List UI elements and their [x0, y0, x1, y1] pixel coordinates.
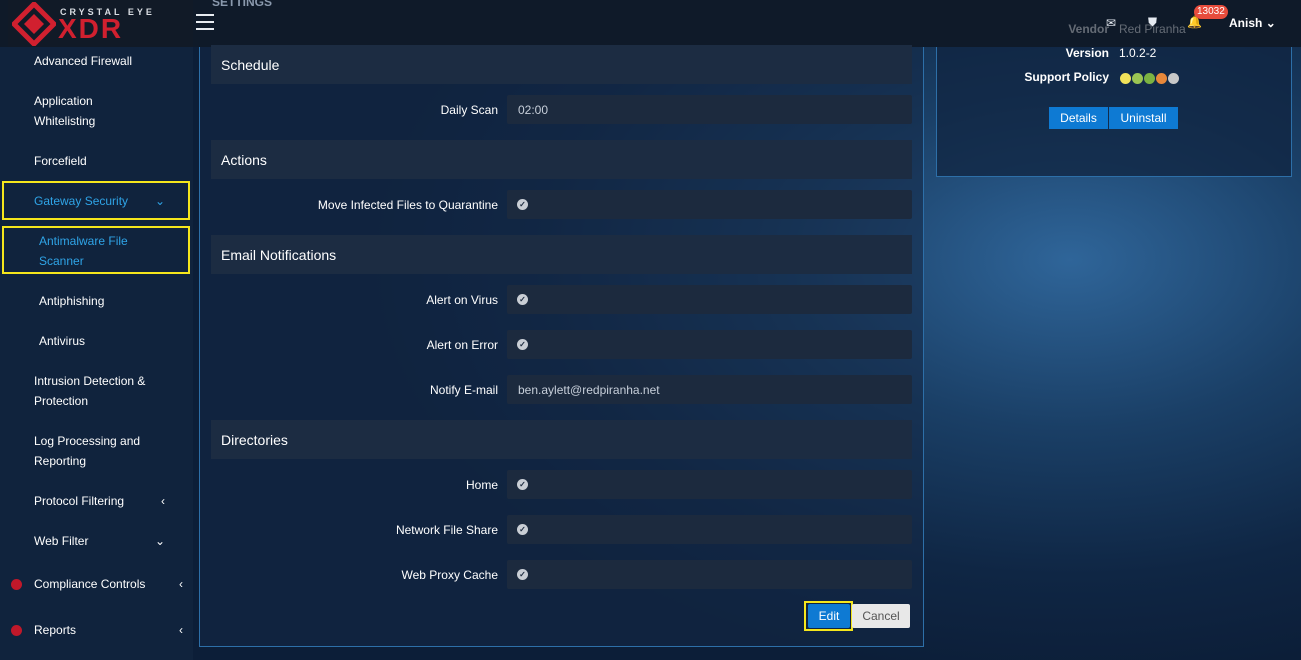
uninstall-button[interactable]: Uninstall	[1109, 107, 1178, 129]
daily-scan-value: 02:00	[507, 95, 912, 124]
sidebar-item-label: Compliance Controls	[34, 577, 146, 591]
support-policy-label: Support Policy	[1024, 70, 1109, 84]
alert-error-label: Alert on Error	[426, 338, 498, 352]
sidebar-item-label: Application Whitelisting	[34, 94, 96, 128]
alert-virus-label: Alert on Virus	[426, 293, 498, 307]
logo-mark-icon	[12, 2, 56, 46]
brand-logo[interactable]: CRYSTAL EYE XDR	[8, 0, 193, 47]
support-dot	[1168, 73, 1179, 84]
sidebar-item-label: Antivirus	[39, 334, 86, 348]
sidebar-item-label: Web Filter	[34, 534, 89, 548]
alert-virus-field: ✓	[507, 285, 912, 314]
reports-icon	[11, 625, 22, 636]
move-infected-label: Move Infected Files to Quarantine	[317, 198, 498, 212]
move-infected-field: ✓	[507, 190, 912, 219]
details-button[interactable]: Details	[1049, 107, 1108, 129]
vendor-value: Red Piranha	[1119, 22, 1186, 36]
alert-error-field: ✓	[507, 330, 912, 359]
daily-scan-label: Daily Scan	[440, 103, 498, 117]
sidebar-item-label: Log Processing and Reporting	[34, 434, 141, 468]
sidebar-item-label: Protocol Filtering	[34, 494, 125, 508]
edit-button[interactable]: Edit	[808, 604, 850, 628]
check-circle-icon: ✓	[517, 569, 528, 580]
notification-badge: 13032	[1194, 5, 1228, 19]
sidebar-item-label: Forcefield	[34, 154, 87, 168]
sidebar-item-label: Reports	[34, 623, 77, 637]
chevron-left-icon: ‹	[161, 494, 165, 508]
user-menu[interactable]: Anish ⌄	[1229, 16, 1276, 30]
nfs-label: Network File Share	[395, 523, 498, 537]
logo-main-text: XDR	[58, 13, 124, 44]
check-circle-icon: ✓	[517, 199, 528, 210]
home-field: ✓	[507, 470, 912, 499]
page-title: SETTINGS	[212, 0, 273, 9]
check-circle-icon: ✓	[517, 524, 528, 535]
support-policy-dots	[1120, 71, 1180, 89]
version-value: 1.0.2-2	[1119, 46, 1157, 60]
sidebar-item-label: Antiphishing	[39, 294, 105, 308]
support-dot	[1132, 73, 1143, 84]
section-email-notifications: Email Notifications	[211, 235, 912, 274]
home-label: Home	[465, 478, 498, 492]
chevron-left-icon: ‹	[179, 623, 183, 637]
user-name: Anish	[1229, 16, 1263, 30]
section-actions: Actions	[211, 140, 912, 179]
notify-email-label: Notify E-mail	[429, 383, 498, 397]
sidebar	[0, 47, 193, 660]
web-proxy-label: Web Proxy Cache	[401, 568, 499, 582]
section-schedule: Schedule	[211, 45, 912, 84]
web-proxy-field: ✓	[507, 560, 912, 589]
version-label: Version	[1065, 46, 1109, 60]
vendor-label: Vendor	[1068, 22, 1109, 36]
sidebar-item-label: Antimalware File Scanner	[39, 234, 128, 268]
notify-email-value: ben.aylett@redpiranha.net	[507, 375, 912, 404]
cancel-button[interactable]: Cancel	[852, 604, 910, 628]
nfs-field: ✓	[507, 515, 912, 544]
chevron-left-icon: ‹	[179, 577, 183, 591]
support-dot	[1156, 73, 1167, 84]
sidebar-item-label: Gateway Security	[34, 194, 129, 208]
sidebar-item-label: Advanced Firewall	[34, 54, 133, 68]
chevron-down-icon: ⌄	[154, 534, 165, 548]
section-directories: Directories	[211, 420, 912, 459]
compliance-icon	[11, 579, 22, 590]
check-circle-icon: ✓	[517, 339, 528, 350]
chevron-down-icon: ⌄	[154, 194, 165, 208]
menu-toggle-icon[interactable]	[196, 14, 214, 30]
check-circle-icon: ✓	[517, 294, 528, 305]
sidebar-item-label: Intrusion Detection & Protection	[34, 374, 146, 408]
chevron-down-icon: ⌄	[1265, 16, 1276, 30]
support-dot	[1120, 73, 1131, 84]
check-circle-icon: ✓	[517, 479, 528, 490]
support-dot	[1144, 73, 1155, 84]
